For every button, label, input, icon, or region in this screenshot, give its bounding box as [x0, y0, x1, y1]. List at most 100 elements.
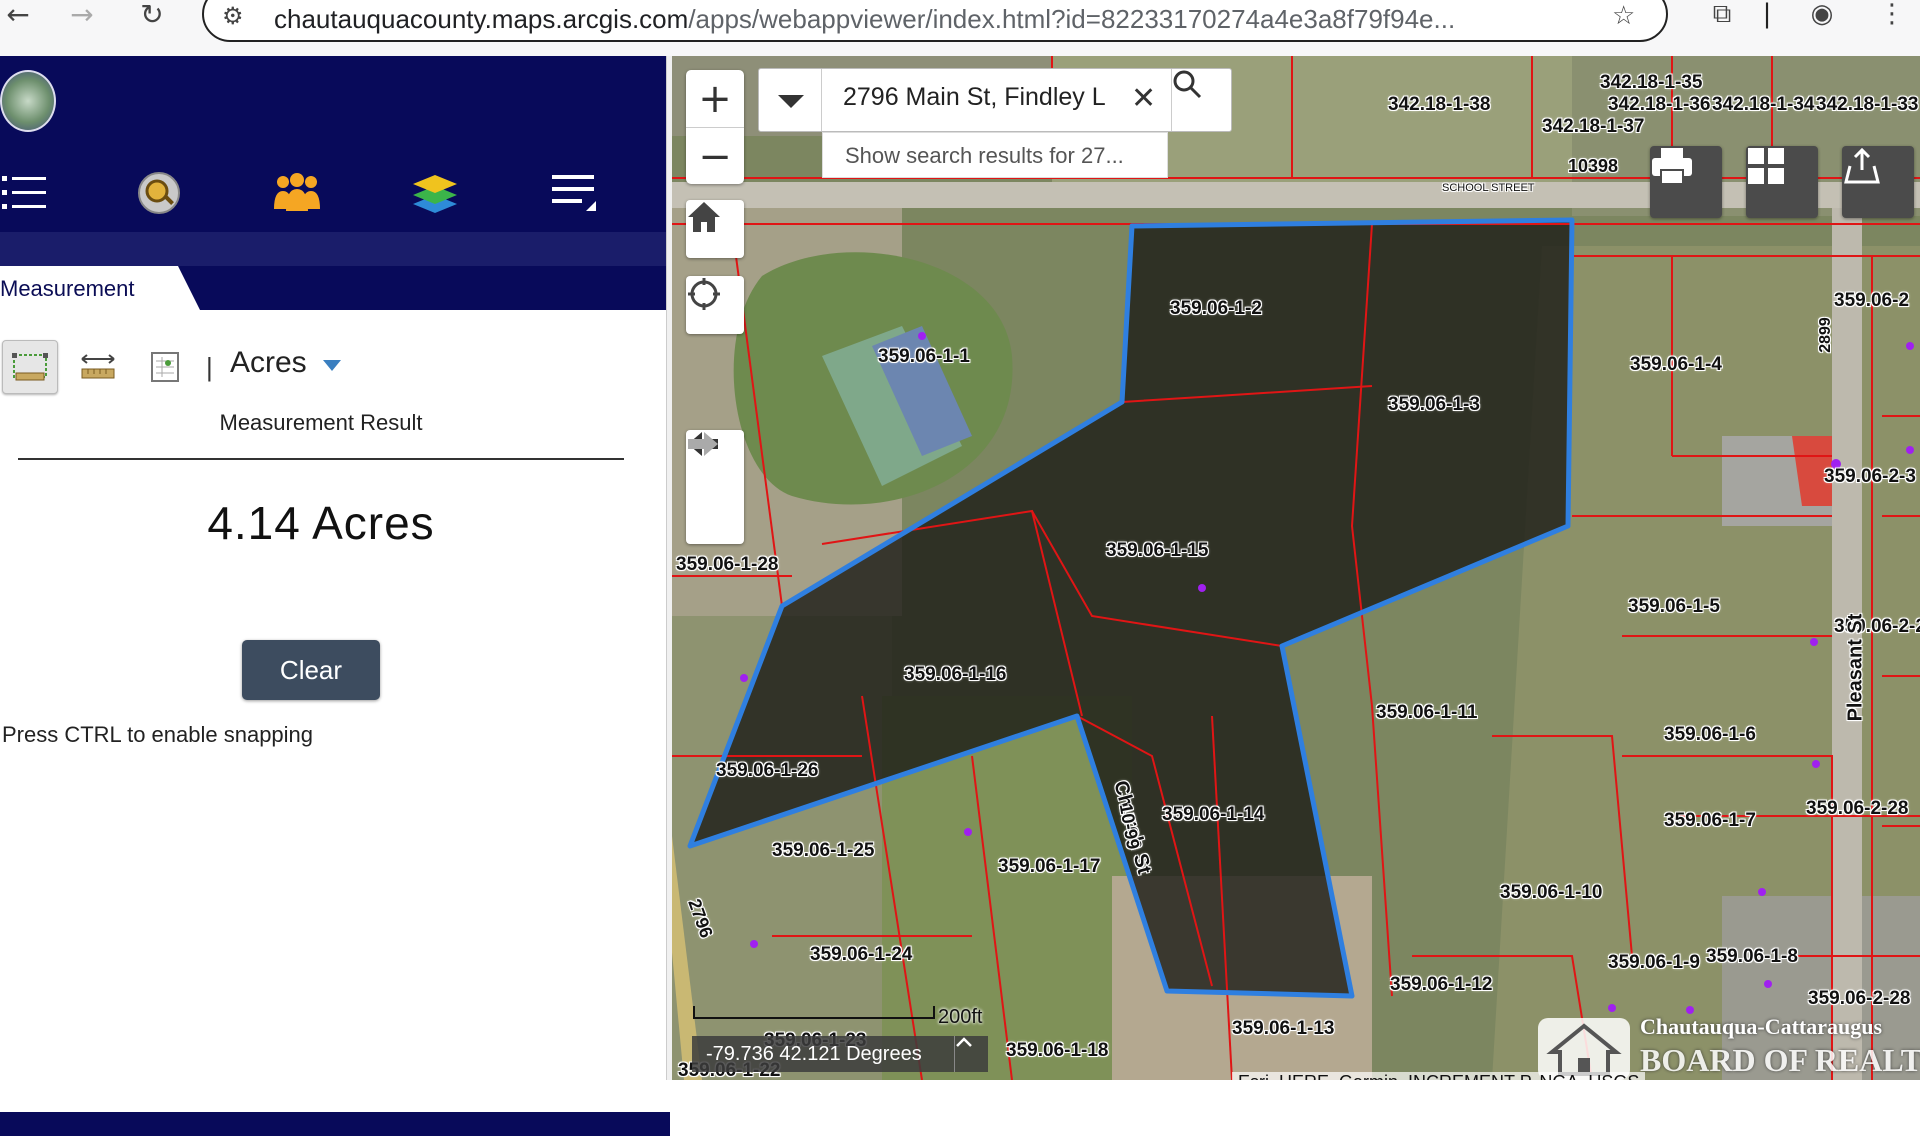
clear-button[interactable]: Clear — [242, 640, 380, 700]
legend-list-icon[interactable] — [548, 168, 598, 218]
watermark-line2: BOARD OF REALTORS — [1640, 1042, 1920, 1078]
parcel-label: 359.06-1-3 — [1388, 394, 1480, 415]
site-settings-icon[interactable]: ⚙ — [222, 2, 244, 30]
result-title: Measurement Result — [219, 410, 423, 435]
search-widget: 2796 Main St, Findley L ✕ — [758, 68, 1232, 132]
map-view[interactable]: 342.18-1-35 342.18-1-38 342.18-1-37 342.… — [672, 56, 1920, 1080]
unit-separator: | — [206, 352, 213, 382]
parcel-label: 359.06-1-13 — [1232, 1018, 1335, 1039]
zoom-in-button[interactable]: + — [686, 70, 744, 128]
scale-bar-label: 200ft — [938, 1006, 983, 1028]
search-button[interactable] — [1171, 69, 1234, 131]
parcel-label: 359.06-1-8 — [1706, 946, 1798, 967]
street-label: SCHOOL STREET — [1442, 182, 1535, 194]
road-number-label: 2899 — [1816, 317, 1834, 353]
parcel-label: 359.06-1-10 — [1500, 882, 1603, 903]
arrow-right-icon — [688, 432, 718, 456]
locate-button[interactable] — [686, 276, 744, 334]
parcel-label: 359.06-1-9 — [1608, 952, 1700, 973]
coordinate-readout: -79.736 42.121 Degrees — [692, 1036, 988, 1072]
parcel-label: 359.06-1-28 — [676, 554, 779, 575]
extensions-icon[interactable]: ⧉ — [1704, 0, 1740, 29]
search-suggestion[interactable]: Show search results for 27... — [822, 132, 1168, 178]
widget-panel: Measurement | Acres Measurement Result 4… — [0, 56, 670, 1136]
measurement-panel: | Acres Measurement Result 4.14 Acres Cl… — [0, 310, 670, 1080]
panel-tabstrip: Measurement — [0, 266, 670, 310]
print-icon — [1652, 148, 1692, 185]
parcel-label: 342.18-1-38 — [1388, 94, 1491, 115]
unit-select[interactable]: Acres — [230, 346, 307, 380]
basemap-gallery-button[interactable] — [1746, 146, 1818, 218]
search-widget-icon[interactable] — [134, 168, 184, 218]
layers-icon[interactable] — [410, 168, 460, 218]
parcel-label: 359.06-1-5 — [1628, 596, 1720, 617]
url-text: chautauquacounty.maps.arcgis.com/apps/we… — [274, 4, 1456, 34]
parcel-label: 359.06-1-6 — [1664, 724, 1756, 745]
crosshair-icon — [688, 278, 720, 310]
header-subbar — [0, 232, 670, 266]
profile-icon[interactable]: ◉ — [1804, 0, 1840, 29]
print-button[interactable] — [1650, 146, 1722, 218]
forward-icon[interactable]: → — [64, 0, 100, 31]
location-measure-button[interactable] — [136, 340, 192, 394]
snap-hint: Press CTRL to enable snapping — [2, 722, 314, 747]
search-icon — [1173, 70, 1202, 99]
app-header — [0, 56, 670, 266]
watermark-line1: Chautauqua-Cattaraugus — [1640, 1014, 1883, 1039]
list-icon[interactable] — [0, 168, 50, 218]
bookmark-star-icon[interactable]: ☆ — [1612, 1, 1635, 31]
parcel-label: 359.06-1-16 — [904, 664, 1007, 685]
parcel-label: 359.06-2-28 — [1806, 798, 1909, 819]
tab-measurement[interactable]: Measurement — [0, 266, 200, 310]
parcel-label: 359.06-1-25 — [772, 840, 875, 861]
parcel-label: 359.06-1-15 — [1106, 540, 1209, 561]
back-icon[interactable]: ← — [0, 0, 36, 31]
search-input[interactable]: 2796 Main St, Findley L — [843, 83, 1123, 112]
parcel-label: 359.06-1-24 — [810, 944, 913, 965]
parcel-label: 359.06-2 — [1834, 290, 1910, 311]
zoom-out-button[interactable]: − — [686, 128, 744, 185]
parcel-label: 342.18-1-35 — [1600, 72, 1703, 93]
reload-icon[interactable]: ↻ — [134, 0, 170, 31]
parcel-label: 359.06-1-1 — [878, 346, 970, 367]
parcel-label: 359.06-1-11 — [1376, 702, 1478, 723]
chevron-down-icon[interactable] — [323, 360, 341, 371]
home-icon — [688, 202, 720, 232]
parcel-label: 342.18-1-34 — [1712, 94, 1815, 115]
browser-toolbar: ← → ↻ ⚙ chautauquacounty.maps.arcgis.com… — [0, 0, 1920, 57]
result-divider — [18, 458, 624, 460]
measurement-value: 4.14 Acres — [207, 497, 435, 549]
parcel-label: 359.06-1-2 — [1170, 298, 1262, 319]
share-button[interactable] — [1842, 146, 1914, 218]
close-icon[interactable]: ✕ — [1131, 81, 1156, 116]
parcel-label: 359.06-2-28 — [1808, 988, 1911, 1009]
search-source-dropdown[interactable] — [759, 69, 822, 131]
widget-toolbar — [0, 154, 670, 234]
area-measure-button[interactable] — [2, 340, 58, 394]
parcel-label: 359.06-2-3 — [1824, 466, 1916, 487]
coordinate-text: -79.736 42.121 Degrees — [706, 1043, 922, 1065]
road-number-label: 10398 — [1568, 156, 1619, 176]
grid-icon — [1748, 148, 1784, 184]
county-seal-logo — [0, 70, 56, 132]
distance-measure-button[interactable] — [70, 340, 126, 394]
map-imagery — [672, 56, 1920, 1080]
toolbar-divider: | — [1762, 0, 1772, 29]
zoom-control: + − — [686, 70, 744, 184]
panel-footer — [0, 1112, 670, 1136]
realtors-watermark-logo: Chautauqua-Cattaraugus BOARD OF REALTORS — [1538, 1012, 1920, 1080]
parcel-label: 359.06-1-17 — [998, 856, 1101, 877]
home-button[interactable] — [686, 200, 744, 258]
people-icon[interactable] — [272, 168, 322, 218]
tab-label: Measurement — [0, 276, 135, 301]
menu-kebab-icon[interactable]: ⋮ — [1874, 0, 1910, 29]
map-attribution: Esri, HERE, Garmin, INCREMENT P, NGA, US… — [1232, 1072, 1646, 1080]
chevron-up-icon[interactable] — [954, 1036, 989, 1072]
address-bar[interactable]: ⚙ chautauquacounty.maps.arcgis.com/apps/… — [202, 0, 1668, 42]
road-label: Pleasant St — [1844, 613, 1867, 722]
parcel-label: 359.06-1-12 — [1390, 974, 1493, 995]
parcel-label: 342.18-1-36 — [1608, 94, 1711, 115]
parcel-label: 342.18-1-33 — [1816, 94, 1919, 115]
parcel-label: 342.18-1-37 — [1542, 116, 1645, 137]
parcel-label: 359.06-1-14 — [1162, 804, 1265, 825]
